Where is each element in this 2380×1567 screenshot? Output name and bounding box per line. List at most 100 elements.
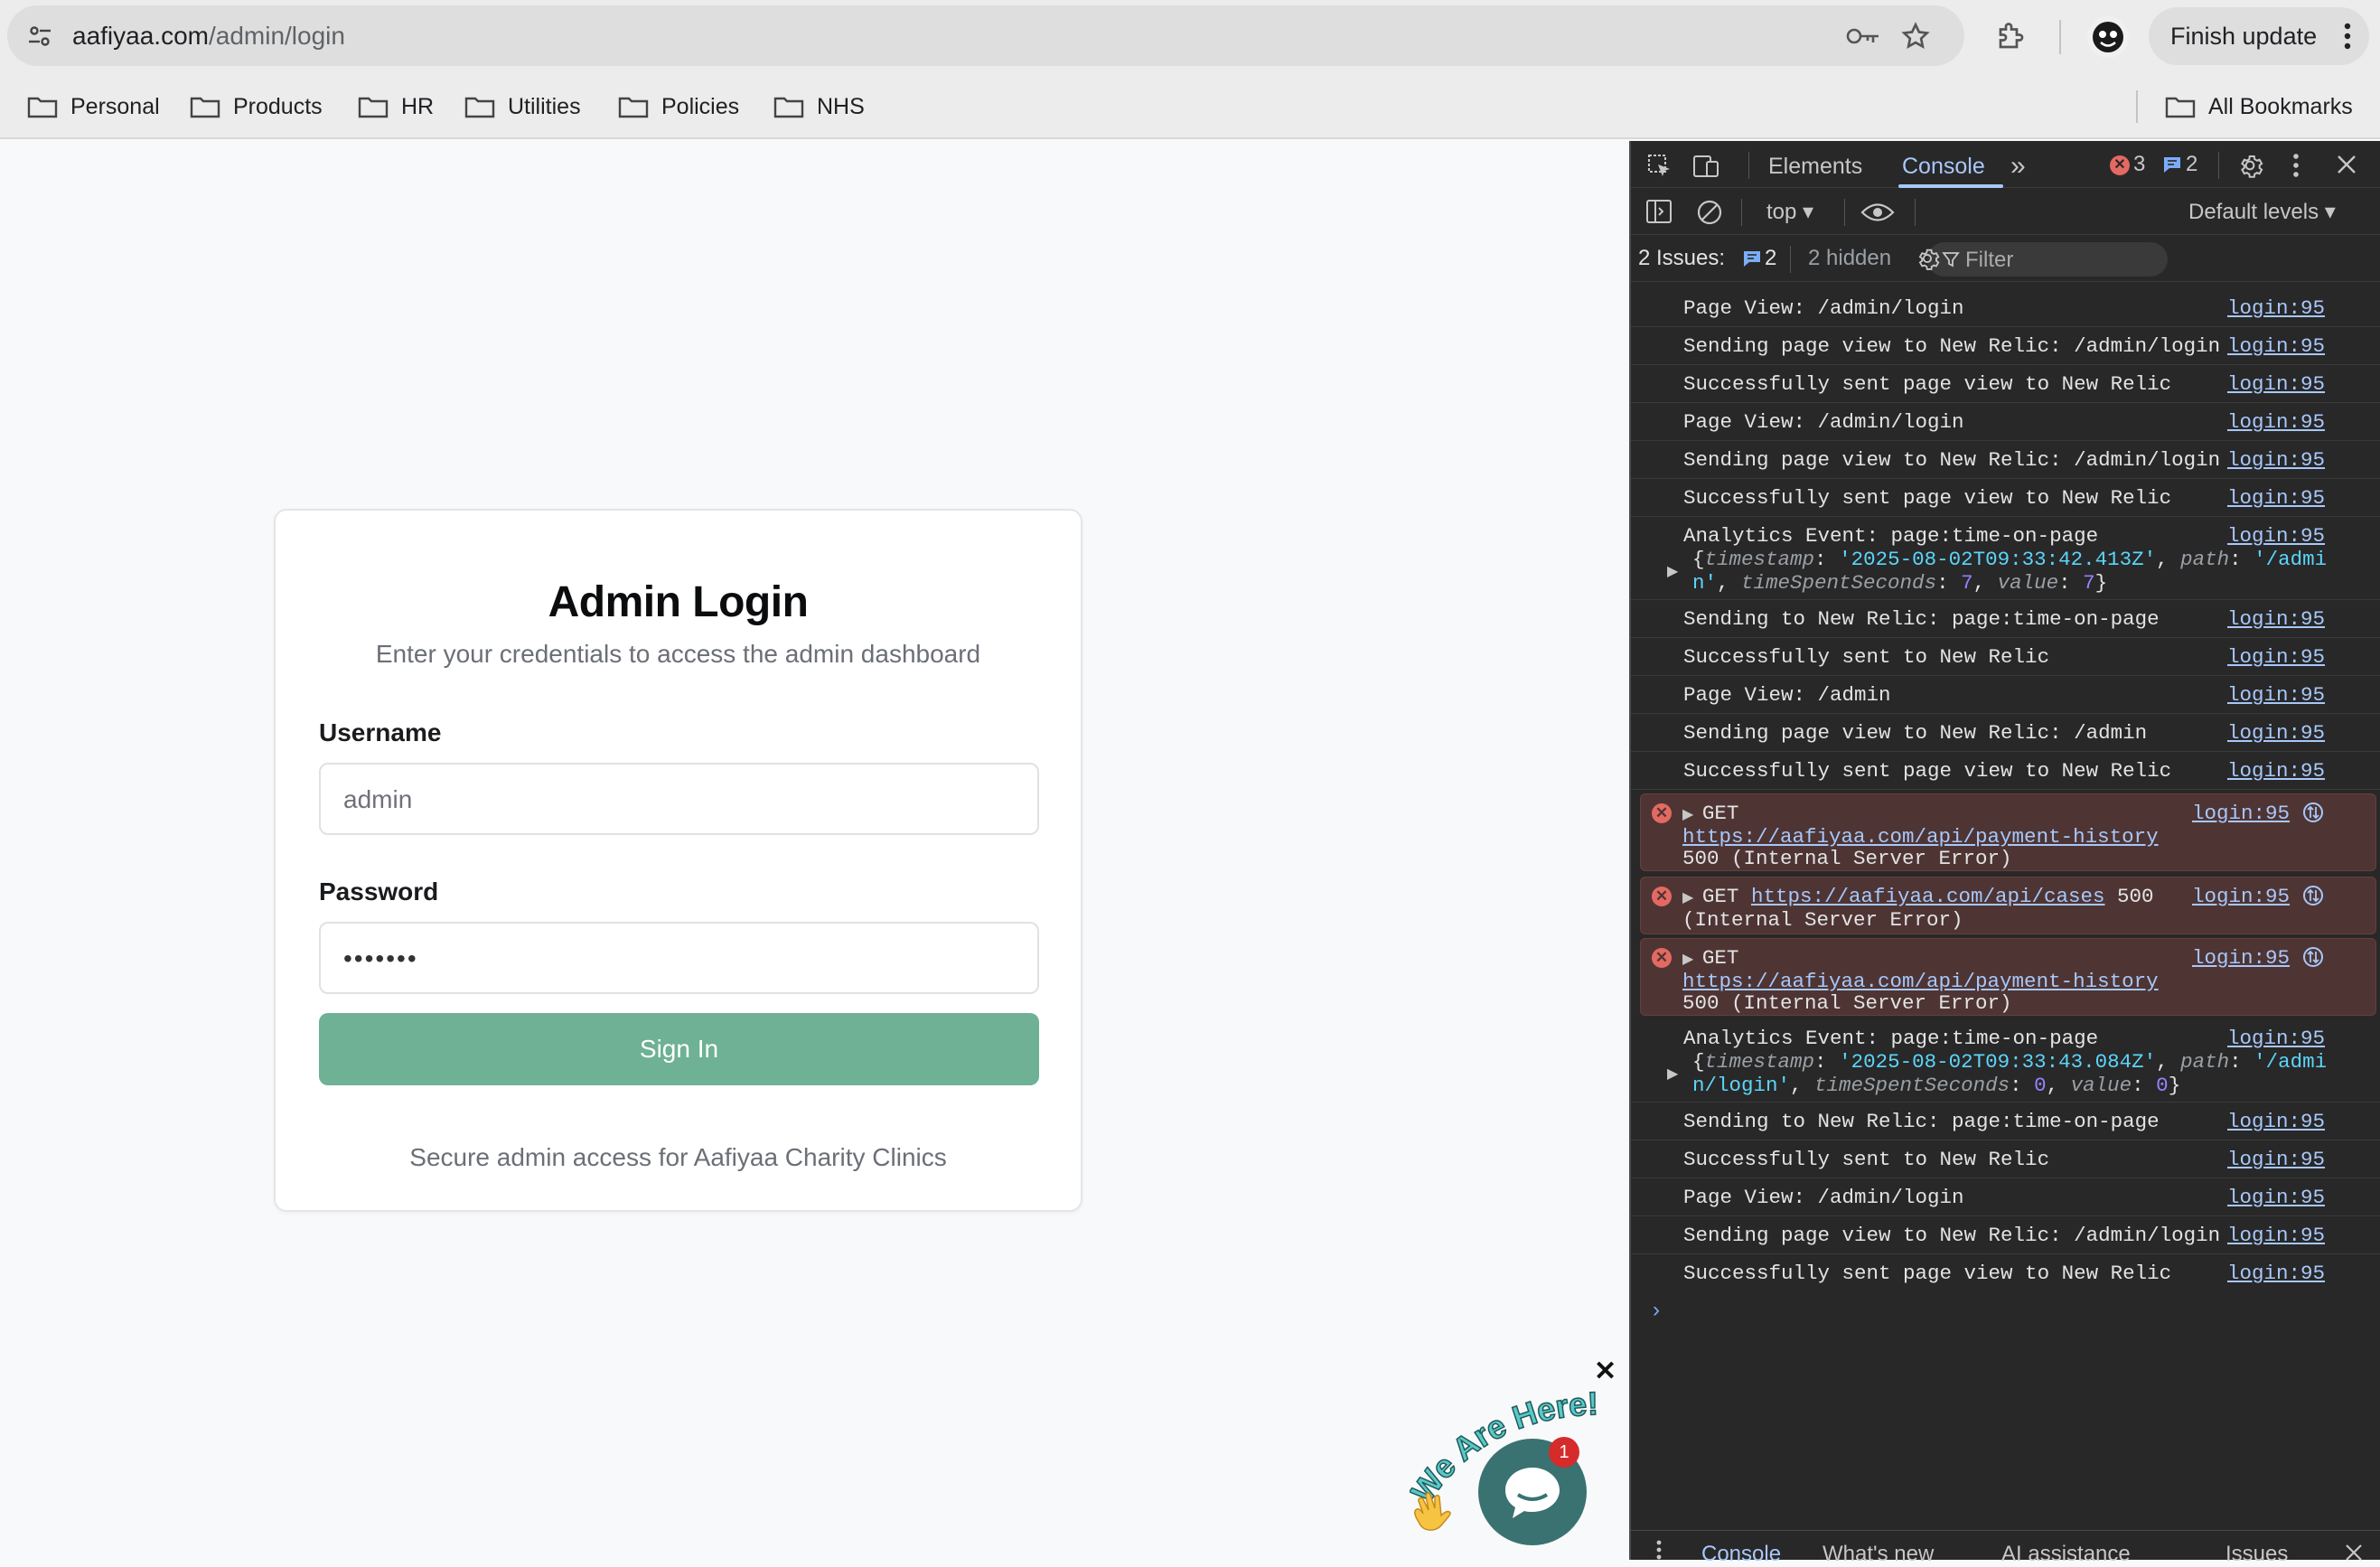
settings-gear-icon[interactable]	[2236, 152, 2263, 179]
error-url-link[interactable]: https://aafiyaa.com/api/cases	[1751, 885, 2105, 908]
log-source-link[interactable]: login:95	[2192, 802, 2290, 825]
log-object-line1[interactable]: {timestamp: '2025-08-02T09:33:42.413Z', …	[1692, 548, 2327, 571]
log-source-link[interactable]: login:95	[2227, 372, 2325, 396]
clear-console-icon[interactable]	[1696, 199, 1723, 226]
object-path: '/admi	[2254, 548, 2328, 571]
log-source-link[interactable]: login:95	[2227, 683, 2325, 707]
console-log-row: Sending page view to New Relic: /admin/l…	[1631, 327, 2380, 365]
sign-in-button[interactable]: Sign In	[319, 1013, 1039, 1085]
network-request-icon[interactable]	[2302, 946, 2324, 968]
folder-icon	[27, 97, 58, 118]
object-path-cont: n'	[1692, 571, 1718, 595]
url-text[interactable]: aafiyaa.com/admin/login	[72, 5, 345, 66]
drawer-tab-issues[interactable]: Issues	[2225, 1542, 2288, 1567]
log-levels-dropdown[interactable]: Default levels ▾	[2188, 199, 2336, 225]
console-prompt-chevron-icon[interactable]: ›	[1653, 1298, 1660, 1323]
finish-update-button[interactable]: Finish update	[2149, 7, 2369, 65]
sidebar-toggle-icon[interactable]	[1645, 199, 1673, 224]
log-source-link[interactable]: login:95	[2227, 1148, 2325, 1171]
bookmark-folder-policies[interactable]: Policies	[618, 74, 739, 139]
log-source-link[interactable]: login:95	[2227, 448, 2325, 472]
profile-avatar[interactable]	[2087, 16, 2129, 58]
log-source-link[interactable]: login:95	[2227, 1027, 2325, 1050]
issues-message-icon[interactable]	[1742, 249, 1762, 267]
message-count-icon	[2162, 155, 2182, 174]
bookmark-folder-products[interactable]: Products	[190, 74, 323, 139]
log-source-link[interactable]: login:95	[2227, 607, 2325, 631]
console-log-row: Successfully sent page view to New Relic…	[1631, 1254, 2380, 1292]
log-source-link[interactable]: login:95	[2227, 410, 2325, 434]
log-source-link[interactable]: login:95	[2227, 334, 2325, 358]
log-source-link[interactable]: login:95	[2227, 645, 2325, 669]
log-source-link[interactable]: login:95	[2227, 486, 2325, 510]
bookmark-folder-nhs[interactable]: NHS	[773, 74, 865, 139]
expand-triangle-icon[interactable]: ▶	[1667, 1065, 1678, 1083]
drawer-tab-whats-new[interactable]: What's new	[1822, 1542, 1934, 1567]
drawer-menu-icon[interactable]	[1656, 1540, 1662, 1560]
log-message: Sending to New Relic: page:time-on-page	[1683, 1110, 2160, 1133]
console-log-row: Sending page view to New Relic: /admin lo…	[1631, 714, 2380, 752]
log-source-link[interactable]: login:95	[2192, 885, 2290, 908]
error-message[interactable]: ▶ GET	[1682, 802, 1738, 825]
log-object-line2[interactable]: n/login', timeSpentSeconds: 0, value: 0}	[1692, 1074, 2180, 1097]
bookmark-folder-hr[interactable]: HR	[358, 74, 434, 139]
log-source-link[interactable]: login:95	[2227, 1110, 2325, 1133]
username-input[interactable]: admin	[319, 763, 1039, 835]
page-title: Admin Login	[548, 578, 809, 626]
error-url-link[interactable]: https://aafiyaa.com/api/payment-history	[1682, 825, 2159, 849]
object-value: 0	[2156, 1074, 2169, 1097]
bookmark-folder-personal[interactable]: Personal	[27, 74, 160, 139]
error-count[interactable]: 3	[2133, 152, 2145, 177]
bookmark-folder-utilities[interactable]: Utilities	[464, 74, 581, 139]
toolbar-divider	[1790, 246, 1791, 273]
drawer-tab-ai-assistance[interactable]: AI assistance	[2001, 1542, 2131, 1567]
console-log-row: Successfully sent to New Relic login:95	[1631, 1140, 2380, 1178]
address-bar[interactable]: aafiyaa.com/admin/login	[7, 5, 1964, 66]
console-log-row: Page View: /admin login:95	[1631, 676, 2380, 714]
log-source-link[interactable]: login:95	[2227, 721, 2325, 745]
message-count[interactable]: 2	[2186, 152, 2197, 177]
tab-elements[interactable]: Elements	[1768, 141, 1862, 192]
bookmark-label: HR	[401, 93, 435, 119]
device-toolbar-icon[interactable]	[1692, 154, 1721, 179]
more-tabs-button[interactable]: »	[2010, 141, 2026, 192]
close-devtools-icon[interactable]	[2336, 154, 2357, 175]
folder-icon	[2165, 97, 2196, 118]
log-source-link[interactable]: login:95	[2227, 759, 2325, 783]
issues-settings-gear-icon[interactable]	[1915, 246, 1940, 271]
network-request-icon[interactable]	[2302, 802, 2324, 823]
all-bookmarks-button[interactable]: All Bookmarks	[2165, 74, 2353, 139]
expand-triangle-icon[interactable]: ▶	[1667, 562, 1678, 580]
bookmark-star-icon[interactable]	[1901, 22, 1930, 51]
bookmark-label: NHS	[817, 93, 865, 119]
log-object-line2[interactable]: n', timeSpentSeconds: 7, value: 7}	[1692, 571, 2107, 595]
log-source-link[interactable]: login:95	[2227, 524, 2325, 548]
extensions-puzzle-icon[interactable]	[1995, 20, 2028, 52]
log-object-line1[interactable]: {timestamp: '2025-08-02T09:33:43.084Z', …	[1692, 1050, 2327, 1074]
inspect-element-icon[interactable]	[1647, 154, 1673, 179]
error-message[interactable]: ▶ GET	[1682, 946, 1738, 970]
drawer-tab-console[interactable]: Console	[1701, 1542, 1781, 1567]
log-source-link[interactable]: login:95	[2227, 1262, 2325, 1285]
context-selector[interactable]: top ▾	[1766, 199, 1813, 225]
password-input[interactable]: •••••••	[319, 922, 1039, 994]
console-log-row: Sending page view to New Relic: /admin/l…	[1631, 1216, 2380, 1254]
console-log-row: Sending to New Relic: page:time-on-page l…	[1631, 600, 2380, 638]
page-subtitle: Enter your credentials to access the adm…	[375, 640, 981, 668]
toolbar-divider	[2059, 20, 2061, 54]
issues-count[interactable]: 2	[1765, 246, 1776, 271]
site-settings-icon[interactable]	[27, 23, 52, 49]
devtools-menu-icon[interactable]	[2292, 152, 2300, 179]
log-source-link[interactable]: login:95	[2227, 1224, 2325, 1247]
error-url-link[interactable]: https://aafiyaa.com/api/payment-history	[1682, 970, 2159, 993]
live-expression-eye-icon[interactable]	[1860, 201, 1895, 224]
log-source-link[interactable]: login:95	[2227, 296, 2325, 320]
network-request-icon[interactable]	[2302, 885, 2324, 906]
error-icon: ✕	[1652, 803, 1672, 823]
log-source-link[interactable]: login:95	[2192, 946, 2290, 970]
log-source-link[interactable]: login:95	[2227, 1186, 2325, 1209]
close-drawer-icon[interactable]	[2345, 1544, 2363, 1562]
tab-divider	[2218, 152, 2219, 179]
password-key-icon[interactable]	[1845, 25, 1881, 47]
error-message[interactable]: ▶ GET https://aafiyaa.com/api/cases 500	[1682, 885, 2154, 908]
